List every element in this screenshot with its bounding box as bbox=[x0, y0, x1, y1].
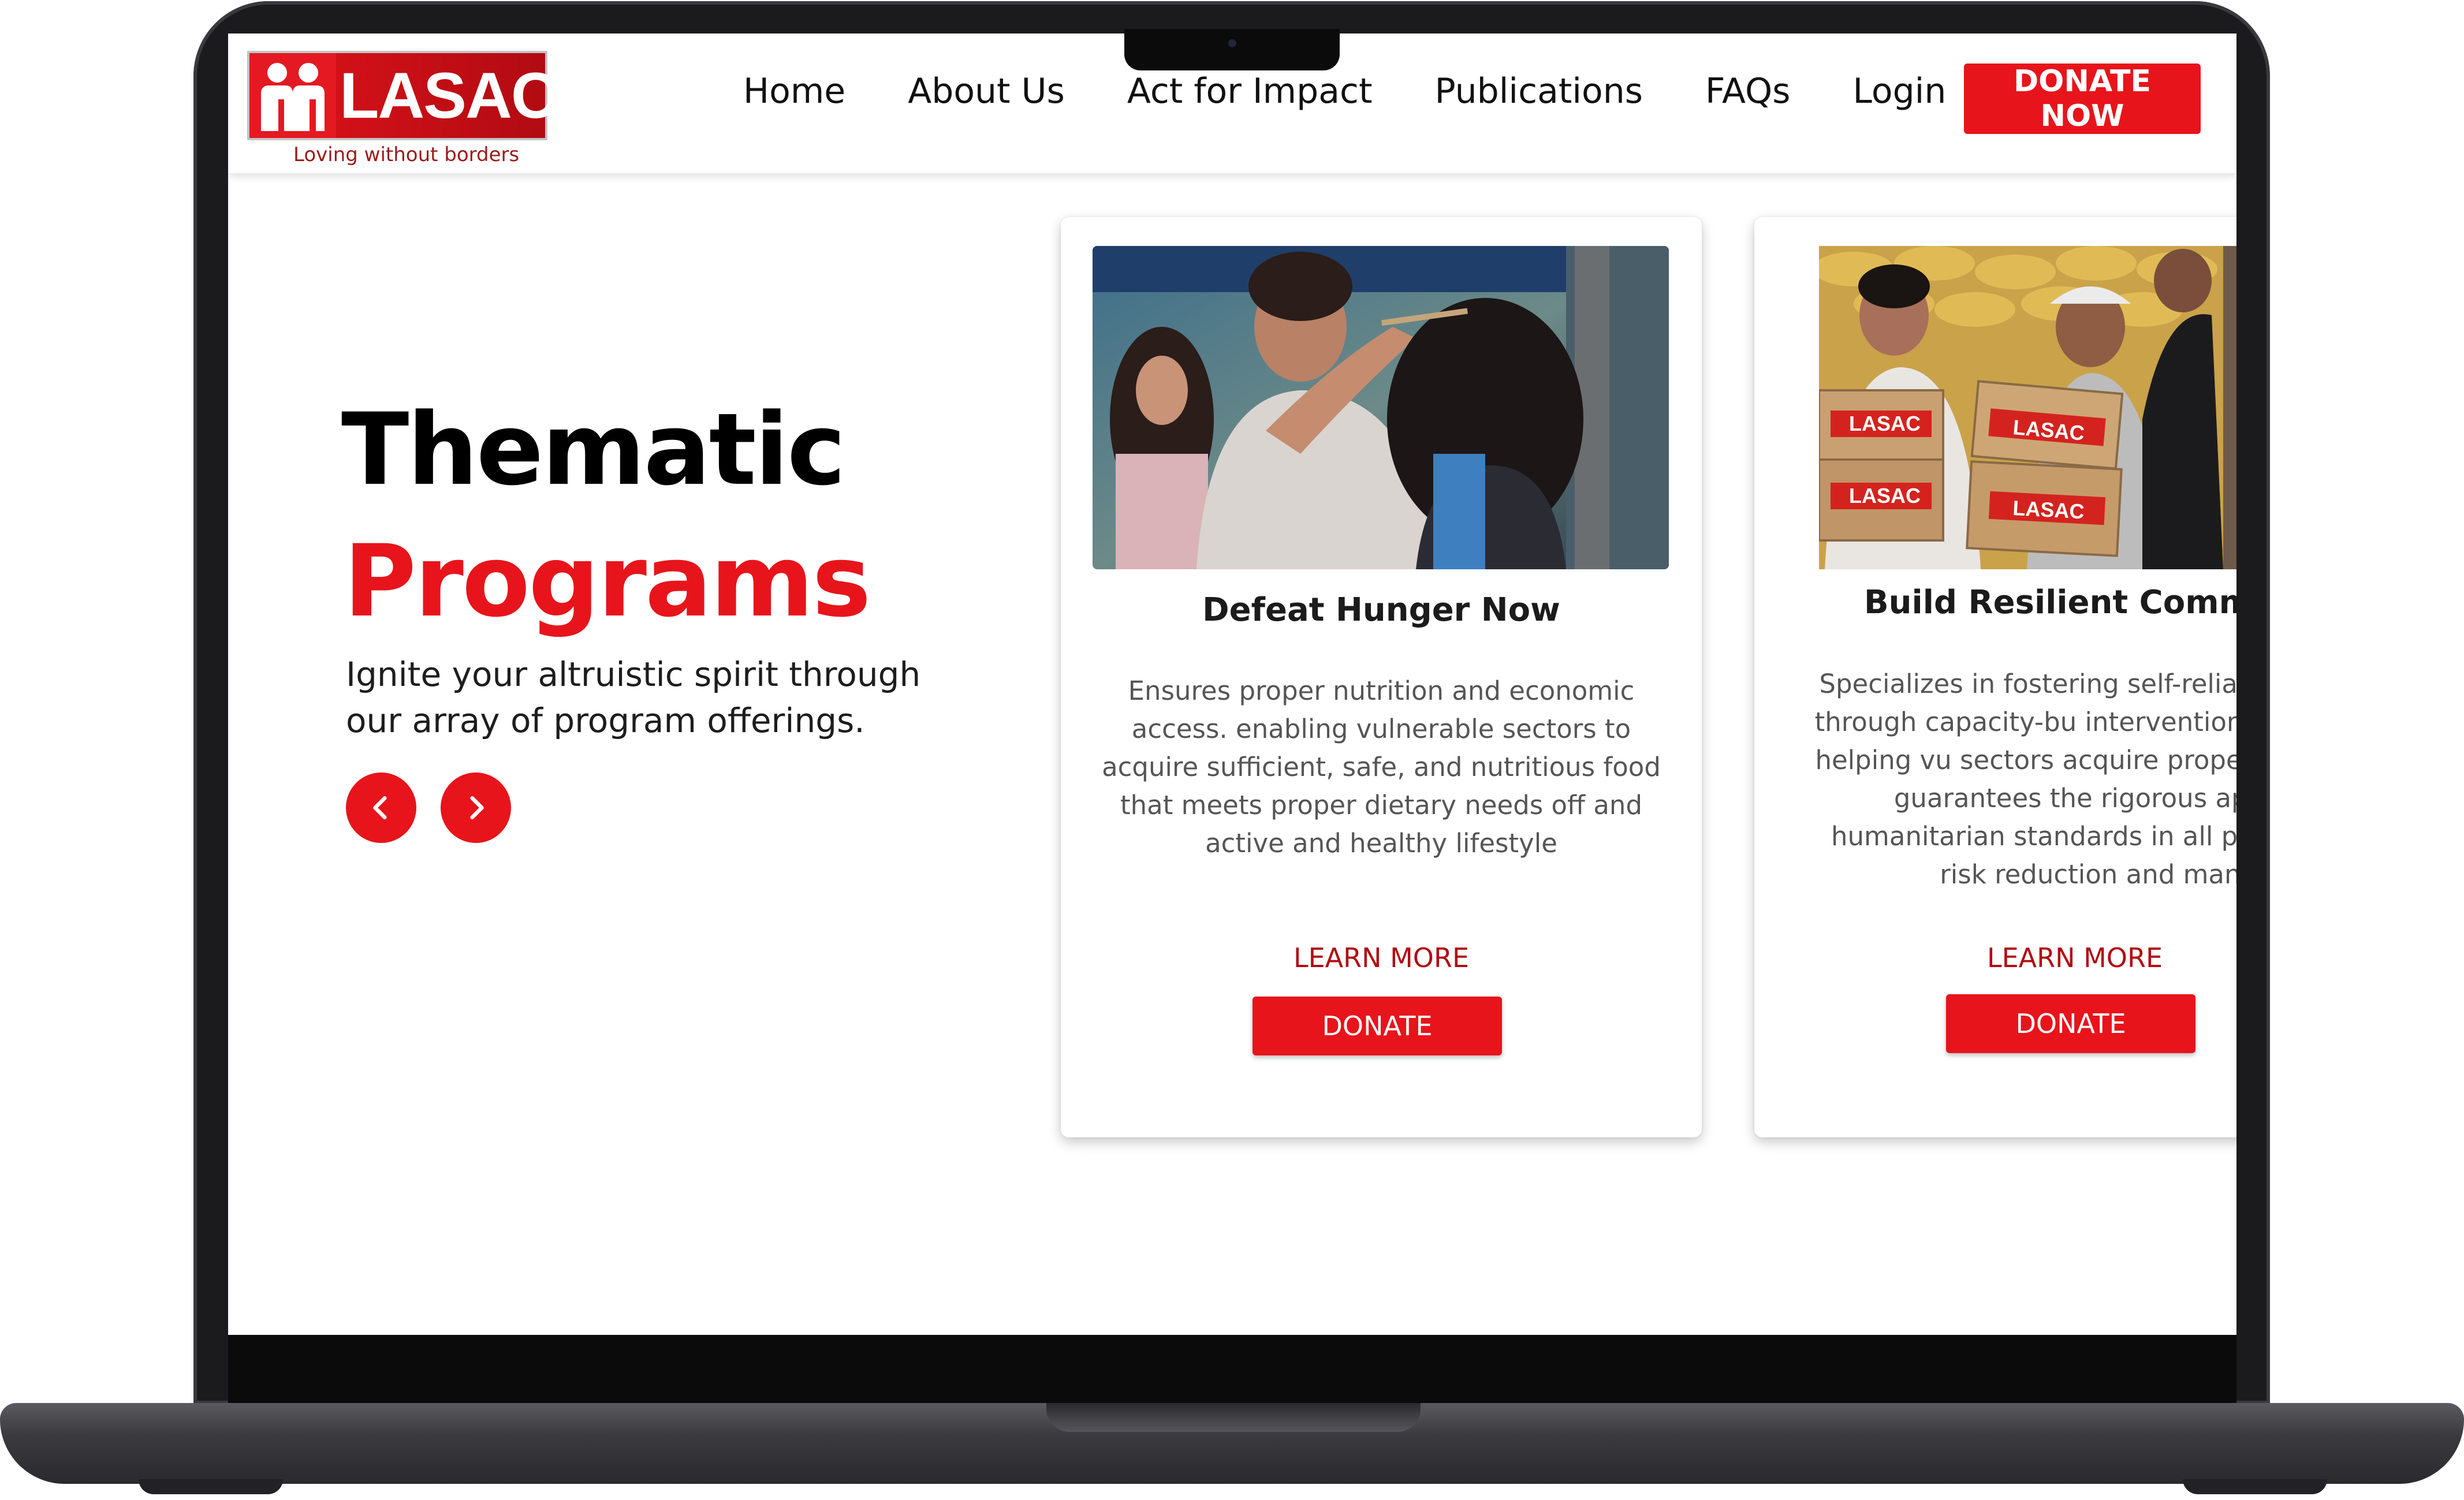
browser-viewport: LASAC Loving without borders Home About … bbox=[228, 33, 2236, 1335]
main-nav: Home About Us Act for Impact Publication… bbox=[743, 33, 2008, 149]
card-title-resilient: Build Resilient Communi bbox=[1864, 584, 2236, 621]
box-label: LASAC bbox=[1849, 484, 1921, 508]
laptop-foot-left bbox=[139, 1479, 283, 1494]
brand-logo[interactable]: LASAC Loving without borders bbox=[247, 51, 558, 181]
donate-button-resilient[interactable]: DONATE bbox=[1946, 994, 2195, 1053]
laptop-hinge bbox=[1046, 1403, 1421, 1432]
program-card-resilient: LASAC LASAC LASAC LASAC Build Resilient Com… bbox=[1754, 217, 2236, 1137]
nav-act-for-impact[interactable]: Act for Impact bbox=[1127, 71, 1373, 111]
hero-title-line2: Programs bbox=[344, 523, 871, 639]
program-card-hunger: Defeat Hunger Now Ensures proper nutriti… bbox=[1061, 217, 1702, 1137]
card-title-hunger: Defeat Hunger Now bbox=[1202, 591, 1560, 629]
card-image-hunger bbox=[1093, 246, 1669, 569]
brand-name: LASAC bbox=[340, 59, 558, 132]
chevron-right-icon bbox=[470, 796, 484, 819]
box-label: LASAC bbox=[2012, 496, 2085, 523]
family-logo-icon bbox=[249, 53, 336, 138]
card-image-resilient: LASAC LASAC LASAC LASAC bbox=[1819, 246, 2236, 569]
nav-about-us[interactable]: About Us bbox=[908, 71, 1065, 111]
nav-publications[interactable]: Publications bbox=[1435, 71, 1643, 111]
carousel-next-button[interactable] bbox=[441, 773, 511, 843]
laptop-foot-right bbox=[2183, 1479, 2327, 1494]
camera-notch bbox=[1124, 29, 1340, 70]
card-description-hunger: Ensures proper nutrition and economic ac… bbox=[1102, 676, 1661, 859]
camera-icon bbox=[1228, 39, 1236, 47]
hero-title-line1: Thematic bbox=[341, 391, 846, 508]
brand-tagline: Loving without borders bbox=[293, 143, 520, 166]
carousel-prev-button[interactable] bbox=[346, 773, 416, 843]
nav-login[interactable]: Login bbox=[1853, 71, 1947, 111]
donate-button-hunger[interactable]: DONATE bbox=[1252, 997, 1502, 1055]
card-description-resilient: Specializes in fostering self-relian aut… bbox=[1814, 669, 2236, 890]
nav-home[interactable]: Home bbox=[743, 71, 845, 111]
chevron-left-icon bbox=[373, 796, 387, 819]
learn-more-link-hunger[interactable]: LEARN MORE bbox=[1061, 942, 1702, 973]
logo-box: LASAC bbox=[247, 51, 558, 140]
hero-subtitle: Ignite your altruistic spirit through ou… bbox=[346, 655, 921, 740]
box-label: LASAC bbox=[1849, 412, 1921, 435]
nav-faqs[interactable]: FAQs bbox=[1705, 71, 1790, 111]
screen-bezel bbox=[228, 1335, 2236, 1404]
donate-now-button[interactable]: DONATE NOW bbox=[1964, 64, 2201, 134]
learn-more-link-resilient[interactable]: LEARN MORE bbox=[1754, 942, 2236, 973]
